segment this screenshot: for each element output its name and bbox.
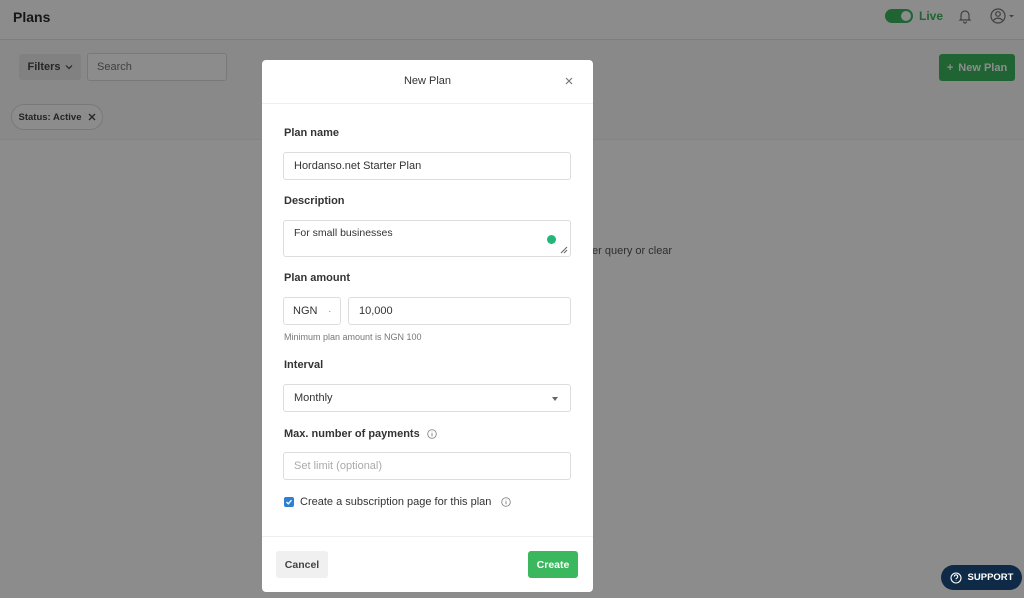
caret-down-icon bbox=[329, 310, 331, 312]
max-payments-input[interactable]: Set limit (optional) bbox=[283, 452, 571, 480]
create-button[interactable]: Create bbox=[528, 551, 578, 578]
description-value: For small businesses bbox=[294, 227, 393, 239]
interval-select[interactable]: Monthly bbox=[283, 384, 571, 412]
info-icon[interactable] bbox=[501, 497, 512, 507]
amount-input[interactable]: 10,000 bbox=[348, 297, 571, 325]
plan-amount-label: Plan amount bbox=[284, 272, 351, 284]
subscription-page-label: Create a subscription page for this plan bbox=[300, 496, 492, 508]
interval-value: Monthly bbox=[294, 392, 333, 404]
modal-footer: Cancel Create bbox=[262, 536, 593, 592]
max-payments-label-row: Max. number of payments bbox=[284, 428, 437, 440]
modal-title: New Plan bbox=[403, 75, 452, 87]
caret-down-icon bbox=[552, 397, 558, 401]
modal-header: New Plan bbox=[262, 60, 593, 104]
amount-hint: Minimum plan amount is NGN 100 bbox=[284, 332, 422, 342]
plan-name-label: Plan name bbox=[284, 127, 340, 139]
help-circle-icon bbox=[949, 571, 962, 584]
resize-grip-icon[interactable] bbox=[560, 246, 568, 254]
cancel-button[interactable]: Cancel bbox=[276, 551, 328, 578]
currency-select[interactable]: NGN bbox=[283, 297, 341, 325]
max-payments-label: Max. number of payments bbox=[284, 428, 420, 440]
currency-value: NGN bbox=[293, 305, 318, 317]
subscription-page-checkbox[interactable] bbox=[284, 497, 294, 507]
info-icon[interactable] bbox=[427, 429, 437, 439]
subscription-page-option[interactable]: Create a subscription page for this plan bbox=[284, 496, 512, 508]
status-dot-icon bbox=[547, 235, 556, 244]
interval-label: Interval bbox=[284, 359, 324, 371]
close-icon[interactable] bbox=[563, 75, 575, 87]
plan-name-input[interactable]: Hordanso.net Starter Plan bbox=[283, 152, 571, 180]
new-plan-modal: New Plan Plan name Hordanso.net Starter … bbox=[262, 60, 593, 592]
checkmark-icon bbox=[286, 499, 292, 505]
support-button[interactable]: SUPPORT bbox=[941, 565, 1022, 590]
support-label: SUPPORT bbox=[967, 572, 1014, 583]
description-label: Description bbox=[284, 195, 345, 207]
description-textarea[interactable]: For small businesses bbox=[283, 220, 571, 257]
